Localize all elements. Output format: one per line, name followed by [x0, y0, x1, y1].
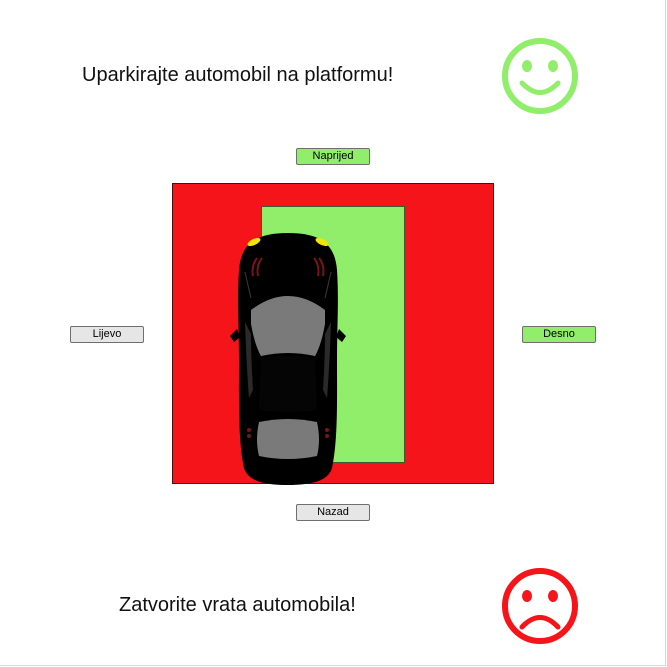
left-button[interactable]: Lijevo [70, 326, 144, 343]
park-instruction: Uparkirajte automobil na platformu! [82, 64, 394, 86]
parking-area [172, 183, 494, 486]
game-frame: Uparkirajte automobil na platformu! Napr… [0, 0, 666, 666]
sad-face-icon [502, 568, 578, 644]
car-top-view-icon[interactable] [229, 230, 347, 486]
close-doors-instruction: Zatvorite vrata automobila! [119, 594, 356, 616]
forward-button[interactable]: Naprijed [296, 148, 370, 165]
right-button[interactable]: Desno [522, 326, 596, 343]
happy-face-icon [502, 38, 578, 114]
back-button[interactable]: Nazad [296, 504, 370, 521]
